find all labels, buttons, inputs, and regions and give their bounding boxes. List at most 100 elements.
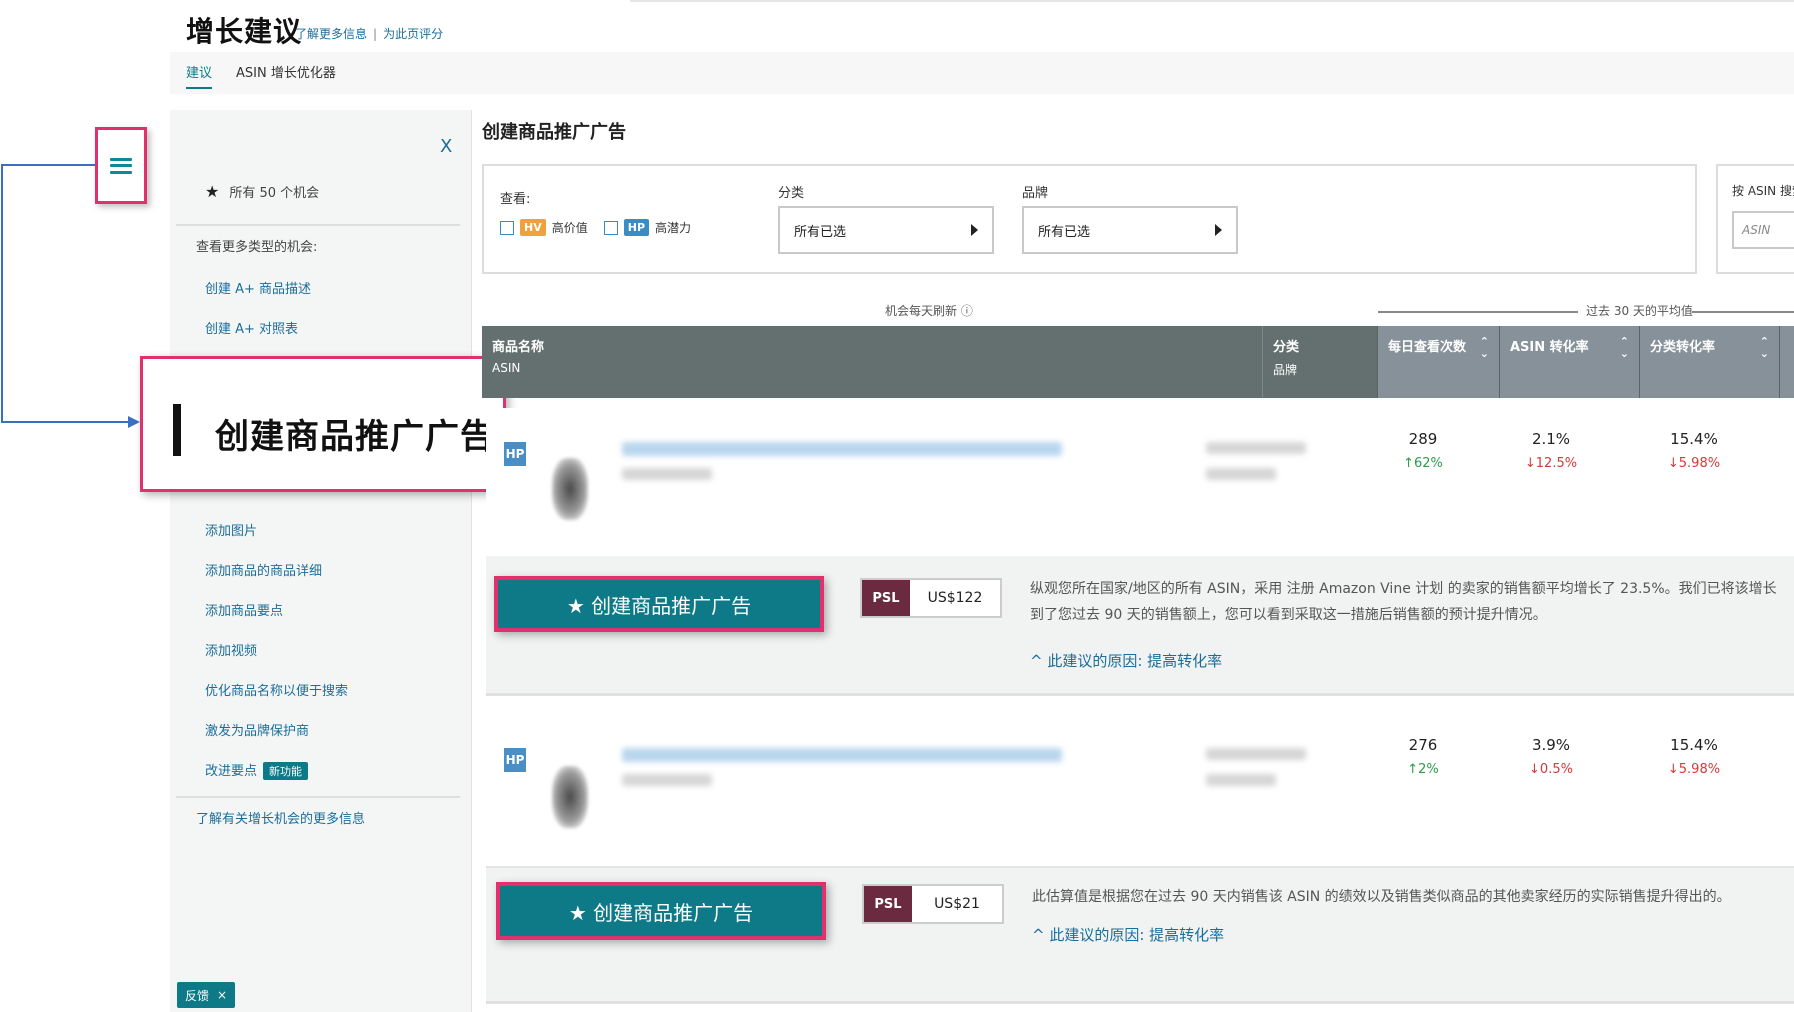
asin-cvr-value: 2.1% [1531, 430, 1571, 448]
filter-query-label: 查看: [500, 192, 531, 207]
sidebar-item-label: 改进要点 [205, 764, 258, 779]
category-label: 分类 [778, 186, 805, 201]
tab-recommendations[interactable]: 建议 [186, 62, 213, 89]
hp-badge: HP [504, 442, 526, 466]
hp-checkbox[interactable] [603, 220, 618, 235]
brand-value: 所有已选 [1038, 224, 1091, 240]
product-brand [1206, 774, 1276, 786]
header-links: 了解更多信息 | 为此页评分 [295, 27, 444, 41]
daily-views-value: 276 [1408, 736, 1438, 754]
category-value: 所有已选 [794, 224, 847, 240]
hp-label: 高潜力 [655, 221, 692, 235]
psl-badge: PSL [862, 580, 910, 616]
refresh-note: 机会每天刷新 ⓘ [885, 304, 973, 318]
hv-badge: HV [520, 219, 546, 236]
product-asin [622, 774, 712, 786]
psl-value: US$122 [927, 590, 983, 606]
sidebar-item-add-bullets[interactable]: 添加商品要点 [205, 600, 283, 619]
divider [1378, 311, 1578, 313]
sidebar-item-a-plus-table[interactable]: 创建 A+ 对照表 [205, 318, 298, 337]
filter-tags: HV 高价值 HP 高潜力 [500, 219, 691, 236]
cat-cvr-value: 15.4% [1670, 736, 1718, 754]
sidebar-item-add-video[interactable]: 添加视频 [205, 640, 257, 659]
hp-badge: HP [504, 748, 526, 772]
sidebar-item-add-images[interactable]: 添加图片 [205, 520, 257, 539]
hp-badge: HP [623, 219, 650, 236]
sidebar-item-optimize-title[interactable]: 优化商品名称以便于搜索 [205, 680, 348, 699]
brand-select[interactable]: 所有已选 [1022, 206, 1238, 254]
avg-note: 过去 30 天的平均值 [1586, 304, 1693, 318]
recommendation-footer: ★ 创建商品推广广告 PSL US$21 此估算值是根据您在过去 90 天内销售… [486, 868, 1794, 1004]
table-header: 商品名称 ASIN 分类 品牌 每日查看次数 ⌃ ⌄ ASIN 转化率 ⌃ ⌄ 分类… [482, 326, 1794, 398]
col-category-cvr[interactable]: 分类转化率 ⌃ ⌄ [1639, 326, 1779, 398]
filter-panel: 查看: HV 高价值 HP 高潜力 分类 所有已选 品牌 所有已选 [482, 164, 1697, 274]
recommendation-reason-toggle[interactable]: ^ 此建议的原因: 提高转化率 [1032, 924, 1224, 945]
recommendation-description: 纵观您所在国家/地区的所有 ASIN，采用 注册 Amazon Vine 计划 … [1030, 581, 1777, 623]
category-select[interactable]: 所有已选 [778, 206, 994, 254]
daily-views-delta: ↑62% [1403, 456, 1443, 471]
recommendation-description: 此估算值是根据您在过去 90 天内销售该 ASIN 的绩效以及销售类似商品的其他… [1032, 889, 1731, 905]
psl-value: US$21 [934, 896, 980, 912]
callout-title: 创建商品推广广告 [215, 417, 495, 457]
feedback-button[interactable]: 反馈 × [177, 982, 235, 1008]
sidebar-close-icon[interactable]: X [440, 136, 452, 157]
recommendation-footer: ★ 创建商品推广广告 PSL US$122 纵观您所在国家/地区的所有 ASIN… [486, 556, 1794, 696]
section-title: 创建商品推广广告 [482, 122, 626, 143]
sort-icon[interactable]: ⌃ ⌄ [1620, 336, 1629, 360]
star-icon: ★ [205, 182, 220, 201]
sort-icon[interactable]: ⌃ ⌄ [1760, 336, 1769, 360]
product-image[interactable] [552, 766, 588, 828]
learn-more-link[interactable]: 了解更多信息 [295, 27, 367, 41]
asin-search-input[interactable]: ASIN [1732, 211, 1794, 249]
col-daily-views[interactable]: 每日查看次数 ⌃ ⌄ [1377, 326, 1499, 398]
table-row: HP 276 ↑2% 3.9% ↓0.5% 15.4% ↓5.98% [486, 718, 1794, 868]
sidebar-item-all[interactable]: ★ 所有 50 个机会 [205, 182, 319, 201]
brand-label: 品牌 [1022, 186, 1049, 201]
hamburger-menu-button[interactable] [95, 127, 147, 204]
product-name[interactable] [622, 748, 1062, 762]
product-image[interactable] [552, 458, 588, 520]
asin-search-label: 按 ASIN 搜索 [1732, 184, 1794, 198]
recommendation-reason-toggle[interactable]: ^ 此建议的原因: 提高转化率 [1030, 650, 1222, 671]
psl-badge: PSL [864, 886, 912, 922]
daily-views-value: 289 [1408, 430, 1438, 448]
col-asin-cvr[interactable]: ASIN 转化率 ⌃ ⌄ [1499, 326, 1639, 398]
header-strip [630, 0, 1794, 52]
tab-asin-optimizer[interactable]: ASIN 增长优化器 [236, 62, 336, 81]
sidebar-footer-link[interactable]: 了解有关增长机会的更多信息 [196, 808, 365, 827]
asin-cvr-delta: ↓12.5% [1524, 456, 1578, 471]
divider [1692, 311, 1794, 313]
sidebar-divider [176, 796, 460, 798]
product-asin [622, 468, 712, 480]
sidebar-item-improve-bullets[interactable]: 改进要点 新功能 [205, 760, 309, 780]
psl-estimate: PSL US$21 [862, 884, 1004, 924]
hv-checkbox[interactable] [500, 220, 514, 235]
sidebar-item-add-details[interactable]: 添加商品的商品详细 [205, 560, 322, 579]
sidebar-item-brand-protect[interactable]: 激发为品牌保护商 [205, 720, 309, 739]
sort-icon[interactable]: ⌃ ⌄ [1480, 336, 1489, 360]
tab-bar [170, 52, 1794, 94]
sidebar-item-a-plus[interactable]: 创建 A+ 商品描述 [205, 278, 311, 297]
callout-accent-bar [173, 404, 181, 456]
close-icon[interactable]: × [217, 988, 227, 1002]
asin-cvr-value: 3.9% [1531, 736, 1571, 754]
rate-page-link[interactable]: 为此页评分 [383, 27, 443, 41]
asin-search-panel: 按 ASIN 搜索 ASIN [1716, 164, 1794, 274]
sidebar-item-label: 所有 50 个机会 [229, 186, 320, 201]
cat-cvr-delta: ↓5.98% [1667, 762, 1721, 777]
sidebar-section-title: 查看更多类型的机会: [196, 240, 318, 255]
cta-highlight: ★ 创建商品推广广告 [494, 576, 824, 632]
create-sponsored-ad-button[interactable]: ★ 创建商品推广广告 [498, 580, 820, 628]
col-product: 商品名称 ASIN [492, 340, 545, 375]
zoom-callout: 创建商品推广广告 [140, 356, 506, 492]
caret-right-icon [971, 224, 978, 236]
caret-right-icon [1215, 224, 1222, 236]
menu-icon [110, 157, 132, 174]
sidebar-divider [176, 224, 460, 226]
hv-label: 高价值 [551, 221, 588, 235]
create-sponsored-ad-button[interactable]: ★ 创建商品推广广告 [500, 886, 822, 936]
callout-connector [1, 164, 140, 428]
page-title: 增长建议 [186, 15, 303, 48]
product-name[interactable] [622, 442, 1062, 456]
cta-highlight: ★ 创建商品推广广告 [496, 882, 826, 940]
